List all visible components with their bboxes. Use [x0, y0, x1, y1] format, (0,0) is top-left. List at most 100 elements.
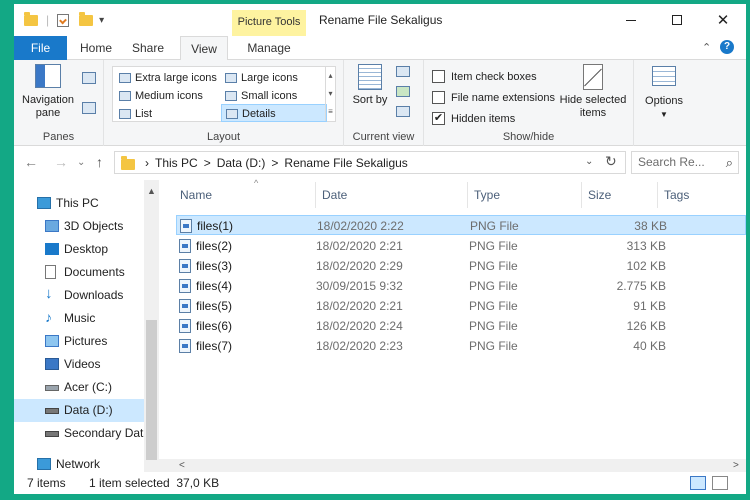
add-columns-icon[interactable] [396, 86, 410, 97]
pictures-icon [45, 335, 59, 347]
file-name: files(6) [196, 319, 233, 333]
sidebar-scroll-thumb[interactable] [146, 320, 157, 460]
column-header-type[interactable]: Type [468, 182, 582, 208]
sidebar-item-downloads[interactable]: ↓ Downloads [14, 284, 144, 307]
tab-manage[interactable]: Manage [232, 36, 306, 60]
sidebar-item-documents[interactable]: Documents [14, 261, 144, 284]
scroll-right-icon[interactable]: > [733, 459, 739, 472]
sidebar-item-desktop[interactable]: Desktop [14, 238, 144, 261]
layout-small-icons[interactable]: Small icons [221, 87, 325, 105]
column-header-date[interactable]: Date [316, 182, 468, 208]
preview-pane-icon[interactable] [82, 72, 96, 84]
path-box[interactable]: › This PC > Data (D:) > Rename File Seka… [114, 151, 626, 174]
file-row[interactable]: files(4) 30/09/2015 9:32 PNG File 2.775 KB [176, 276, 746, 296]
layout-large-icons[interactable]: Large icons [221, 69, 325, 87]
file-row[interactable]: files(2) 18/02/2020 2:21 PNG File 313 KB [176, 236, 746, 256]
sidebar-item-label: 3D Objects [64, 219, 124, 233]
close-icon: ✕ [716, 12, 730, 29]
folder-icon [121, 155, 135, 170]
file-row[interactable]: files(7) 18/02/2020 2:23 PNG File 40 KB [176, 336, 746, 356]
collapse-ribbon-icon[interactable]: ⌃ [702, 41, 711, 54]
folder-icon[interactable] [24, 11, 38, 26]
breadcrumb-this-pc[interactable]: This PC [155, 156, 198, 170]
group-by-icon[interactable] [396, 66, 410, 77]
tab-view[interactable]: View [180, 36, 228, 61]
sort-by-button[interactable]: Sort by [352, 64, 388, 107]
sidebar-scrollbar[interactable]: ▲ [144, 180, 159, 472]
tab-file[interactable]: File [14, 36, 67, 60]
navigation-pane: This PC 3D Objects Desktop Documents ↓ Do… [14, 180, 159, 472]
back-arrow-icon[interactable]: ← [24, 154, 38, 170]
column-header-size[interactable]: Size [582, 182, 658, 208]
tab-share[interactable]: Share [124, 36, 172, 60]
navigation-pane-label: Navigation pane [22, 94, 74, 119]
up-arrow-icon[interactable]: ↑ [96, 154, 103, 170]
options-button[interactable]: Options ▼ [640, 66, 688, 121]
sidebar-item-label: Documents [64, 265, 125, 279]
sidebar-item-label: Desktop [64, 242, 109, 256]
sidebar-item-acer-c[interactable]: Acer (C:) [14, 376, 144, 399]
chevron-down-icon: ▼ [660, 110, 668, 119]
file-size: 313 KB [626, 239, 666, 253]
sidebar-item-this-pc[interactable]: This PC [14, 192, 144, 215]
maximize-button[interactable] [654, 4, 700, 36]
item-check-boxes-checkbox[interactable]: Item check boxes [432, 70, 537, 86]
details-pane-icon[interactable] [82, 102, 96, 114]
details-view-icon[interactable] [690, 476, 706, 490]
layout-list[interactable]: List [115, 105, 219, 123]
tab-home[interactable]: Home [72, 36, 120, 60]
customize-toolbar-icon[interactable]: ▾ [99, 15, 104, 26]
hide-selected-label: Hide selected items [559, 94, 627, 119]
hide-selected-items-button[interactable]: Hide selected items [556, 64, 630, 120]
show-hide-group: Item check boxes File name extensions ✔ H… [424, 60, 634, 146]
minimize-button[interactable] [608, 4, 654, 36]
path-dropdown-icon[interactable]: ⌄ [585, 156, 593, 167]
size-columns-icon[interactable] [396, 106, 410, 117]
layout-details[interactable]: Details [221, 104, 327, 122]
layout-extra-large-icons[interactable]: Extra large icons [115, 69, 219, 87]
refresh-icon[interactable]: ↻ [605, 153, 617, 170]
column-header-name[interactable]: Name [174, 182, 316, 208]
help-icon[interactable]: ? [720, 40, 734, 54]
column-header-tags[interactable]: Tags [658, 182, 746, 208]
forward-arrow-icon[interactable]: → [54, 154, 68, 170]
download-arrow-icon: ↓ [45, 285, 53, 302]
sidebar-item-secondary-data[interactable]: Secondary Data [14, 422, 144, 445]
sidebar-item-music[interactable]: ♪ Music [14, 307, 144, 330]
file-row[interactable]: files(5) 18/02/2020 2:21 PNG File 91 KB [176, 296, 746, 316]
file-name-extensions-checkbox[interactable]: File name extensions [432, 91, 555, 107]
layout-scroll-arrows[interactable]: ▴ ▾ ≡ [325, 67, 335, 121]
sidebar-item-3d-objects[interactable]: 3D Objects [14, 215, 144, 238]
breadcrumb-folder[interactable]: Rename File Sekaligus [284, 156, 407, 170]
navigation-pane-icon [35, 64, 61, 88]
breadcrumb-data-d[interactable]: Data (D:) [217, 156, 266, 170]
recent-locations-icon[interactable]: ⌄ [77, 157, 85, 168]
horizontal-scrollbar[interactable]: < > [159, 459, 746, 472]
properties-icon[interactable] [57, 13, 70, 27]
videos-icon [45, 358, 59, 370]
desktop-icon [45, 243, 59, 255]
drive-icon [45, 385, 59, 391]
sidebar-item-videos[interactable]: Videos [14, 353, 144, 376]
close-button[interactable]: ✕ [700, 4, 746, 36]
panes-group: Navigation pane Panes [14, 60, 104, 146]
file-row[interactable]: files(6) 18/02/2020 2:24 PNG File 126 KB [176, 316, 746, 336]
sidebar-item-pictures[interactable]: Pictures [14, 330, 144, 353]
file-date: 18/02/2020 2:21 [316, 299, 403, 313]
large-icons-view-icon[interactable] [712, 476, 728, 490]
layout-medium-icons[interactable]: Medium icons [115, 87, 219, 105]
search-input[interactable]: Search Re... ⌕ [631, 151, 739, 174]
scroll-up-icon[interactable]: ▲ [147, 186, 156, 196]
explorer-window: | ▾ Picture Tools Rename File Sekaligus … [14, 4, 746, 494]
file-date: 18/02/2020 2:22 [317, 219, 404, 233]
png-file-icon [179, 239, 191, 253]
file-size: 2.775 KB [616, 279, 666, 293]
file-row[interactable]: files(3) 18/02/2020 2:29 PNG File 102 KB [176, 256, 746, 276]
file-row[interactable]: files(1) 18/02/2020 2:22 PNG File 38 KB [176, 215, 746, 235]
hidden-items-checkbox[interactable]: ✔ Hidden items [432, 112, 515, 128]
new-folder-icon[interactable] [79, 11, 94, 26]
scroll-left-icon[interactable]: < [179, 459, 185, 472]
navigation-pane-button[interactable]: Navigation pane [18, 64, 78, 120]
png-file-icon [179, 299, 191, 313]
sidebar-item-data-d[interactable]: Data (D:) [14, 399, 144, 422]
